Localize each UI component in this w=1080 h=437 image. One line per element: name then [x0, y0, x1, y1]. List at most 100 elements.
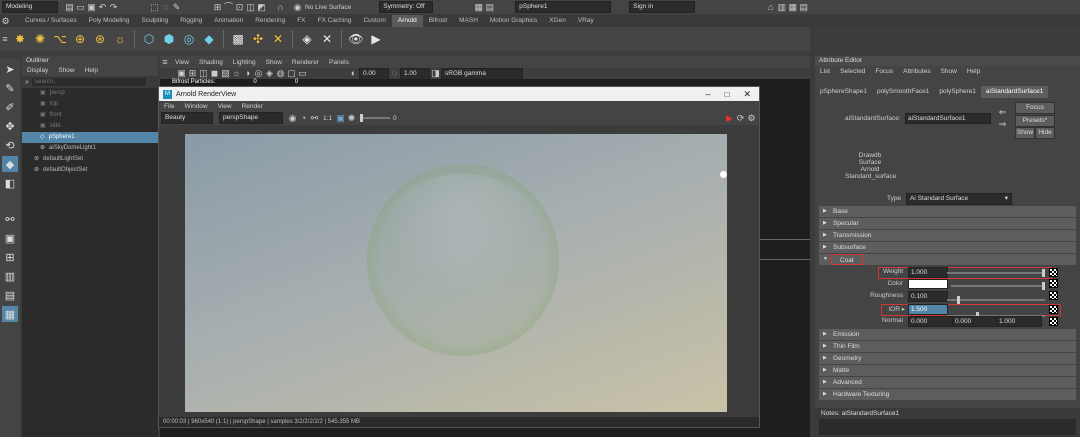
- roughness-field[interactable]: 0.100: [908, 291, 948, 302]
- output-connection-icon[interactable]: ⇒: [997, 119, 1008, 130]
- area-light-icon[interactable]: ✸: [12, 31, 28, 47]
- attr-tab-polysphere1[interactable]: polySphere1: [934, 86, 981, 98]
- attr-menu-list[interactable]: List: [820, 67, 830, 77]
- hide-button[interactable]: Hide: [1035, 127, 1055, 139]
- section-emission[interactable]: Emission: [819, 329, 1076, 340]
- magnet-icon[interactable]: ∩: [275, 2, 286, 13]
- search-field[interactable]: pSphere1: [515, 1, 612, 13]
- notes-textarea[interactable]: [819, 419, 1076, 435]
- snap-surface-icon[interactable]: ◩: [256, 2, 267, 13]
- section-matte[interactable]: Matte: [819, 365, 1076, 376]
- light-icon[interactable]: ☼: [231, 68, 242, 79]
- shelf-tab-fx[interactable]: FX: [291, 15, 311, 27]
- layout-pane-icon[interactable]: ▥: [2, 268, 18, 284]
- roughness-map-icon[interactable]: [1049, 291, 1058, 300]
- soft-select-icon[interactable]: ⚯: [2, 211, 18, 227]
- viewport-menu-show[interactable]: Show: [266, 59, 282, 66]
- region-icon[interactable]: ▣: [335, 113, 346, 124]
- live-surface-label[interactable]: No Live Surface: [305, 4, 351, 11]
- shelf-tab-vray[interactable]: VRay: [572, 15, 600, 27]
- input-connection-icon[interactable]: ⇐: [997, 107, 1008, 118]
- viewport-menu-shading[interactable]: Shading: [199, 59, 223, 66]
- layout-icon[interactable]: ▥: [776, 2, 787, 13]
- section-base[interactable]: Base: [819, 206, 1076, 217]
- lasso-tool-icon[interactable]: ✎: [2, 80, 18, 96]
- standin-icon[interactable]: ⬡: [141, 31, 157, 47]
- volume-icon[interactable]: ⬢: [161, 31, 177, 47]
- gear-icon[interactable]: ⚙: [746, 113, 757, 124]
- shelf-tab-rendering[interactable]: Rendering: [249, 15, 291, 27]
- shelf-tab-fx-caching[interactable]: FX Caching: [312, 15, 358, 27]
- viewport-menu-lighting[interactable]: Lighting: [233, 59, 256, 66]
- rotate-tool-icon[interactable]: ⟲: [2, 137, 18, 153]
- attr-menu-show[interactable]: Show: [941, 67, 957, 77]
- cube-icon[interactable]: ◆: [201, 31, 217, 47]
- roughness-slider-handle[interactable]: [956, 296, 960, 304]
- refresh-icon[interactable]: ⟳: [735, 113, 746, 124]
- shelf-tab-curves-surfaces[interactable]: Curves / Surfaces: [19, 15, 83, 27]
- wireframe-icon[interactable]: ◫: [198, 68, 209, 79]
- type-dropdown[interactable]: Ai Standard Surface ▾: [906, 193, 1012, 205]
- show-button[interactable]: Show: [1015, 127, 1035, 139]
- render-image[interactable]: [185, 134, 727, 412]
- ior-map-icon[interactable]: [1049, 305, 1058, 314]
- open-icon[interactable]: ▭: [75, 2, 86, 13]
- flush-cache-icon[interactable]: ▩: [230, 31, 246, 47]
- shelf-tab-poly-modeling[interactable]: Poly Modeling: [83, 15, 136, 27]
- node-name-field[interactable]: aiStandardSurface1: [905, 113, 991, 124]
- isolate-icon[interactable]: ◈: [264, 68, 275, 79]
- snap-point-icon[interactable]: ⊡: [234, 2, 245, 13]
- camera-icon[interactable]: ▣: [176, 68, 187, 79]
- ipr-icon[interactable]: ▤: [484, 2, 495, 13]
- shelf-tab-mash[interactable]: MASH: [453, 15, 484, 27]
- close-icon[interactable]: ✕: [743, 89, 751, 100]
- exposure-icon[interactable]: ✺: [346, 113, 357, 124]
- gear-icon[interactable]: ⚙: [0, 16, 11, 27]
- ratio-label[interactable]: 1:1: [323, 115, 332, 122]
- attr-menu-help[interactable]: Help: [967, 67, 980, 77]
- attr-menu-focus[interactable]: Focus: [875, 67, 893, 77]
- custom-pane-icon[interactable]: ▦: [2, 306, 18, 322]
- section-specular[interactable]: Specular: [819, 218, 1076, 229]
- material-icon[interactable]: ✕: [270, 31, 286, 47]
- outliner-menu-show[interactable]: Show: [58, 66, 74, 76]
- outliner-menu-help[interactable]: Help: [85, 66, 98, 76]
- outliner-item-defaultlightset[interactable]: ⊛ defaultLightSet: [22, 154, 158, 165]
- xray-icon[interactable]: ◎: [253, 68, 264, 79]
- four-pane-icon[interactable]: ⊞: [2, 249, 18, 265]
- layout-icon[interactable]: ▤: [798, 2, 809, 13]
- shelf-tab-sculpting[interactable]: Sculpting: [136, 15, 175, 27]
- save-icon[interactable]: ▣: [86, 2, 97, 13]
- texture-icon[interactable]: ▧: [220, 68, 231, 79]
- panel-menu-icon[interactable]: ≡: [160, 57, 170, 68]
- attr-tab-aistandardsurface1[interactable]: aiStandardSurface1: [980, 86, 1049, 98]
- license-icon[interactable]: ✕: [319, 31, 335, 47]
- shadow-icon[interactable]: ◑: [242, 68, 253, 79]
- render-view-menu-view[interactable]: View: [218, 103, 232, 110]
- snap-curve-icon[interactable]: ⌒: [223, 2, 234, 13]
- render-play-icon[interactable]: ▶: [724, 113, 735, 124]
- minimize-icon[interactable]: –: [706, 89, 711, 99]
- workspace-icon[interactable]: ⌂: [765, 2, 776, 13]
- render-icon[interactable]: ▦: [473, 2, 484, 13]
- shelf-tab-rigging[interactable]: Rigging: [174, 15, 208, 27]
- crop-icon[interactable]: ⚯: [309, 113, 320, 124]
- normal-map-icon[interactable]: [1049, 317, 1058, 326]
- outliner-item-persp[interactable]: ▣ persp: [22, 88, 158, 99]
- weight-field[interactable]: 1.000: [908, 267, 948, 278]
- outliner-item-aiskydomelight1[interactable]: ⊕ aiSkyDomeLight1: [22, 143, 158, 154]
- section-thin-film[interactable]: Thin Film: [819, 341, 1076, 352]
- snap-view-icon[interactable]: ◫: [245, 2, 256, 13]
- paint-select-icon[interactable]: ✎: [171, 2, 182, 13]
- mesh-light-icon[interactable]: ✺: [32, 31, 48, 47]
- physical-sky-icon[interactable]: ☼: [112, 31, 128, 47]
- render-view-icon[interactable]: ▶: [368, 31, 384, 47]
- camera-dropdown[interactable]: perspShape: [219, 112, 283, 124]
- shelf-tab-bifrost[interactable]: Bifrost: [423, 15, 453, 27]
- display-icon[interactable]: ◉: [287, 113, 298, 124]
- outliner-item-top[interactable]: ▣ top: [22, 99, 158, 110]
- colorspace-icon[interactable]: ◨: [430, 68, 441, 79]
- presets-button[interactable]: Presets*: [1015, 115, 1055, 127]
- section-transmission[interactable]: Transmission: [819, 230, 1076, 241]
- section-advanced[interactable]: Advanced: [819, 377, 1076, 388]
